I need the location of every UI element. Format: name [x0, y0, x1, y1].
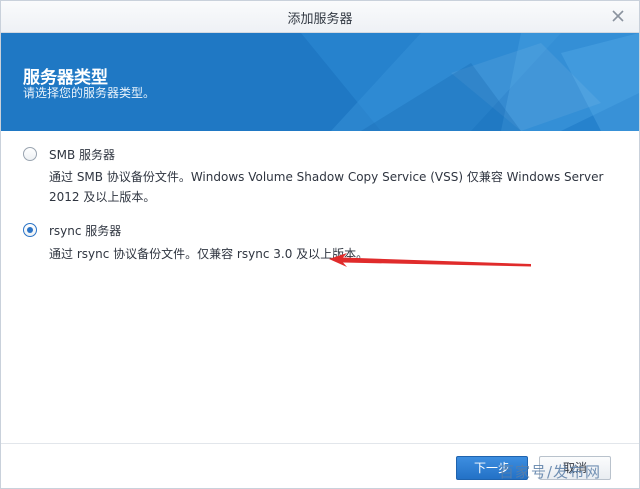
watermark: 百家号/发布网: [499, 463, 602, 481]
add-server-dialog: 添加服务器 服务器类型 请选择您的服务器类型。 SMB 服务器 通过 SMB 协…: [0, 0, 640, 489]
annotation-arrow: [329, 253, 531, 267]
